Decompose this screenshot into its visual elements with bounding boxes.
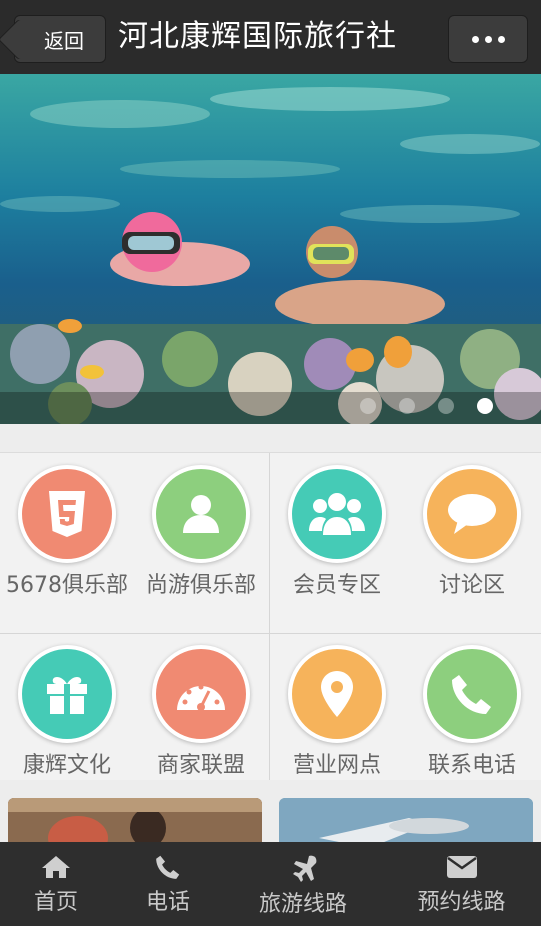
grid-item-member-zone[interactable]: 会员专区 — [270, 465, 404, 603]
map-marker-icon — [288, 645, 386, 743]
more-options-button[interactable] — [448, 15, 528, 63]
grid-item-label: 尚游俱乐部 — [145, 573, 256, 598]
dot-icon — [484, 35, 492, 43]
user-icon — [152, 465, 250, 563]
nav-item-label: 旅游线路 — [258, 892, 347, 917]
grid-item-label: 联系电话 — [427, 753, 516, 778]
page-title: 河北康辉国际旅行社 — [118, 19, 397, 54]
grid-divider — [0, 633, 541, 634]
grid-item-label: 讨论区 — [438, 573, 505, 598]
back-button-label: 返回 — [44, 28, 84, 53]
feature-grid: 5678俱乐部 尚游俱乐部 会员专区 讨论区 康辉文化 商家联盟 营业网点 联系… — [0, 452, 541, 781]
grid-item-label: 营业网点 — [292, 753, 381, 778]
grid-item-label: 5678俱乐部 — [6, 573, 128, 598]
back-button[interactable]: 返回 — [14, 15, 106, 63]
phone-icon — [156, 855, 180, 879]
grid-item-discussion[interactable]: 讨论区 — [405, 465, 539, 603]
comment-icon — [423, 465, 521, 563]
nav-item-phone[interactable]: 电话 — [112, 842, 224, 926]
nav-item-label: 预约线路 — [417, 890, 506, 915]
featured-item-thumbnail[interactable] — [8, 798, 262, 848]
gift-icon — [18, 645, 116, 743]
grid-item-5678-club[interactable]: 5678俱乐部 — [0, 465, 134, 603]
nav-item-label: 电话 — [145, 890, 190, 915]
banner-carousel[interactable] — [0, 74, 541, 424]
carousel-dot-active[interactable] — [477, 398, 493, 414]
dot-icon — [471, 35, 479, 43]
grid-item-label: 商家联盟 — [156, 753, 245, 778]
carousel-dots — [360, 398, 493, 414]
html5-icon — [18, 465, 116, 563]
group-icon — [288, 465, 386, 563]
home-icon — [42, 856, 70, 878]
nav-item-travel-routes[interactable]: 旅游线路 — [224, 842, 382, 926]
grid-item-label: 会员专区 — [292, 573, 381, 598]
bottom-nav: 首页 电话 旅游线路 预约线路 — [0, 842, 541, 926]
phone-icon — [423, 645, 521, 743]
grid-item-merchant-alliance[interactable]: 商家联盟 — [134, 645, 268, 783]
nav-item-home[interactable]: 首页 — [0, 842, 112, 926]
featured-thumbnails — [0, 780, 541, 848]
carousel-dot[interactable] — [360, 398, 376, 414]
carousel-dot[interactable] — [438, 398, 454, 414]
snorkeling-photo — [0, 74, 541, 424]
nav-item-book-routes[interactable]: 预约线路 — [382, 842, 541, 926]
envelope-icon — [446, 856, 477, 878]
grid-item-label: 康辉文化 — [22, 753, 111, 778]
plane-icon — [293, 855, 317, 882]
grid-item-kanghui-culture[interactable]: 康辉文化 — [0, 645, 134, 783]
featured-item-thumbnail[interactable] — [279, 798, 533, 848]
carousel-dot[interactable] — [399, 398, 415, 414]
grid-item-shangyou-club[interactable]: 尚游俱乐部 — [134, 465, 268, 603]
dashboard-icon — [152, 645, 250, 743]
top-bar: 返回 河北康辉国际旅行社 — [0, 0, 541, 74]
grid-item-business-outlets[interactable]: 营业网点 — [270, 645, 404, 783]
grid-item-contact-phone[interactable]: 联系电话 — [405, 645, 539, 783]
nav-item-label: 首页 — [33, 890, 78, 915]
dot-icon — [497, 35, 505, 43]
